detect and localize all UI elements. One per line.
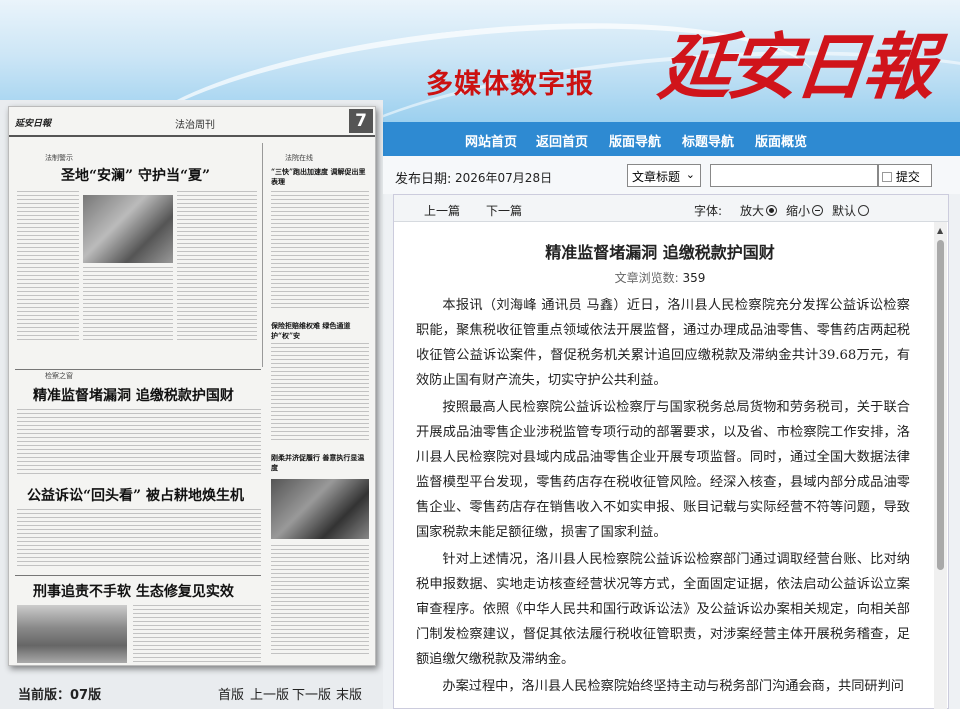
paper-header: 延安日報 法治周刊 7 bbox=[9, 107, 375, 137]
epaper-page: 多媒体数字报 延安日報 网站首页 返回首页 版面导航 标题导航 版面概览 延安日… bbox=[0, 0, 960, 709]
views-count: 359 bbox=[682, 271, 706, 285]
nav-item-page-nav[interactable]: 版面导航 bbox=[609, 131, 661, 150]
font-default-label: 默认 bbox=[832, 204, 857, 218]
font-default-option[interactable]: 默认 bbox=[832, 202, 870, 219]
chevron-down-icon: ⌄ bbox=[685, 168, 695, 181]
paper-text-block bbox=[17, 509, 261, 569]
paper-headline[interactable]: “三快”跑出加速度 调解促出里表理 bbox=[271, 167, 371, 187]
paper-headline[interactable]: 刚柔并济促履行 善意执行显温度 bbox=[271, 453, 371, 473]
current-edition-label: 当前版：07版 bbox=[18, 688, 102, 703]
date-search-bar: 发布日期: 2026年07月28日 文章标题 ⌄ 提交 bbox=[383, 156, 960, 194]
article-views: 文章浏览数: 359 bbox=[394, 269, 926, 286]
article-paragraph: 按照最高人民检察院公益诉讼检察厅与国家税务总局货物和劳务税司，关于联合开展成品油… bbox=[416, 400, 910, 540]
paper-text-block bbox=[271, 343, 369, 443]
font-smaller-label: 缩小 bbox=[786, 204, 811, 218]
views-label: 文章浏览数: bbox=[614, 271, 679, 285]
paper-text-block bbox=[133, 605, 261, 663]
font-larger-label: 放大 bbox=[740, 204, 765, 218]
scroll-up-icon[interactable]: ▲ bbox=[937, 226, 943, 235]
paper-headline-current[interactable]: 精准监督堵漏洞 追缴税款护国财 bbox=[33, 385, 234, 405]
paper-text-block bbox=[17, 409, 261, 475]
scrollbar-thumb[interactable] bbox=[937, 240, 944, 570]
scrollbar[interactable]: ▲ bbox=[934, 222, 947, 709]
paper-text-block bbox=[83, 267, 173, 341]
submit-button[interactable]: 提交 bbox=[878, 164, 932, 187]
paper-text-block bbox=[177, 191, 257, 341]
search-type-value: 文章标题 bbox=[632, 170, 681, 184]
prev-page-link[interactable]: 上一版 bbox=[250, 684, 289, 703]
paper-text-block bbox=[271, 545, 369, 655]
font-smaller-option[interactable]: 缩小 bbox=[786, 202, 824, 219]
nav-item-back-home[interactable]: 返回首页 bbox=[536, 131, 588, 150]
font-size-label: 字体: bbox=[694, 204, 723, 218]
first-page-link[interactable]: 首版 bbox=[218, 684, 244, 703]
paper-photo[interactable] bbox=[17, 605, 127, 663]
page-thumbnail-panel: 延安日報 法治周刊 7 法制警示 圣地“安澜” 守护当“夏” 法院在线 “三快”… bbox=[0, 100, 383, 709]
article-paragraph: 本报讯（刘海峰 通讯员 马鑫）近日，洛川县人民检察院充分发挥公益诉讼检察职能，聚… bbox=[416, 298, 910, 388]
paper-photo[interactable] bbox=[271, 479, 369, 539]
article-body: 本报讯（刘海峰 通讯员 马鑫）近日，洛川县人民检察院充分发挥公益诉讼检察职能，聚… bbox=[416, 293, 910, 701]
nav-item-page-overview[interactable]: 版面概览 bbox=[755, 131, 807, 150]
search-type-select[interactable]: 文章标题 ⌄ bbox=[627, 164, 701, 187]
paper-headline[interactable]: 公益诉讼“回头看” 被占耕地焕生机 bbox=[27, 485, 244, 505]
paper-section-tag: 检察之窗 bbox=[45, 372, 73, 380]
last-page-link[interactable]: 末版 bbox=[336, 684, 362, 703]
article-toolbar: 上一篇 下一篇 字体: 放大 缩小 默认 bbox=[394, 195, 948, 222]
top-nav: 网站首页 返回首页 版面导航 标题导航 版面概览 bbox=[383, 122, 960, 156]
newspaper-logo: 延安日報 bbox=[654, 24, 936, 109]
paper-page-number: 7 bbox=[349, 109, 373, 133]
next-article-link[interactable]: 下一篇 bbox=[486, 202, 522, 219]
paper-masthead: 延安日報 bbox=[15, 119, 52, 129]
paper-section-tag: 法制警示 bbox=[45, 154, 73, 162]
newspaper-page-image[interactable]: 延安日報 法治周刊 7 法制警示 圣地“安澜” 守护当“夏” 法院在线 “三快”… bbox=[8, 106, 376, 666]
radio-minus-icon bbox=[812, 205, 824, 216]
column-divider bbox=[262, 143, 263, 367]
section-divider bbox=[15, 369, 261, 370]
paper-headline[interactable]: 圣地“安澜” 守护当“夏” bbox=[61, 165, 210, 185]
radio-selected-icon bbox=[766, 205, 778, 216]
article-title: 精准监督堵漏洞 追缴税款护国财 bbox=[545, 243, 775, 262]
paper-text-block bbox=[271, 191, 369, 311]
submit-label: 提交 bbox=[895, 170, 920, 184]
prev-article-link[interactable]: 上一篇 bbox=[424, 202, 460, 219]
article-paragraph: 针对上述情况，洛川县人民检察院公益诉讼检察部门通过调取经营台账、比对纳税申报数据… bbox=[416, 552, 910, 667]
banner-subtitle: 多媒体数字报 bbox=[426, 69, 594, 100]
publish-date-value: 2026年07月28日 bbox=[455, 171, 553, 185]
radio-icon bbox=[858, 205, 870, 216]
nav-item-site-home[interactable]: 网站首页 bbox=[465, 131, 517, 150]
font-larger-option[interactable]: 放大 bbox=[740, 202, 778, 219]
paper-photo[interactable] bbox=[83, 195, 173, 263]
section-divider bbox=[15, 575, 261, 576]
publish-date-label: 发布日期: bbox=[395, 172, 452, 187]
nav-item-title-nav[interactable]: 标题导航 bbox=[682, 131, 734, 150]
article-paragraph: 办案过程中，洛川县人民检察院始终坚持主动与税务部门沟通会商，共同研判问 bbox=[442, 679, 904, 694]
next-page-link[interactable]: 下一版 bbox=[292, 684, 331, 703]
paper-section-tag: 法院在线 bbox=[285, 154, 313, 162]
search-input[interactable] bbox=[710, 164, 878, 187]
article-panel: 上一篇 下一篇 字体: 放大 缩小 默认 精准监督堵漏洞 追缴税款护国财 文章浏… bbox=[393, 194, 949, 709]
paper-section-label: 法治周刊 bbox=[175, 120, 215, 131]
broken-image-icon bbox=[882, 172, 892, 182]
paper-headline[interactable]: 保险拒赔维权难 绿色通道护“权”安 bbox=[271, 321, 371, 341]
paper-headline[interactable]: 刑事追责不手软 生态修复见实效 bbox=[33, 581, 234, 601]
paper-text-block bbox=[17, 191, 79, 341]
